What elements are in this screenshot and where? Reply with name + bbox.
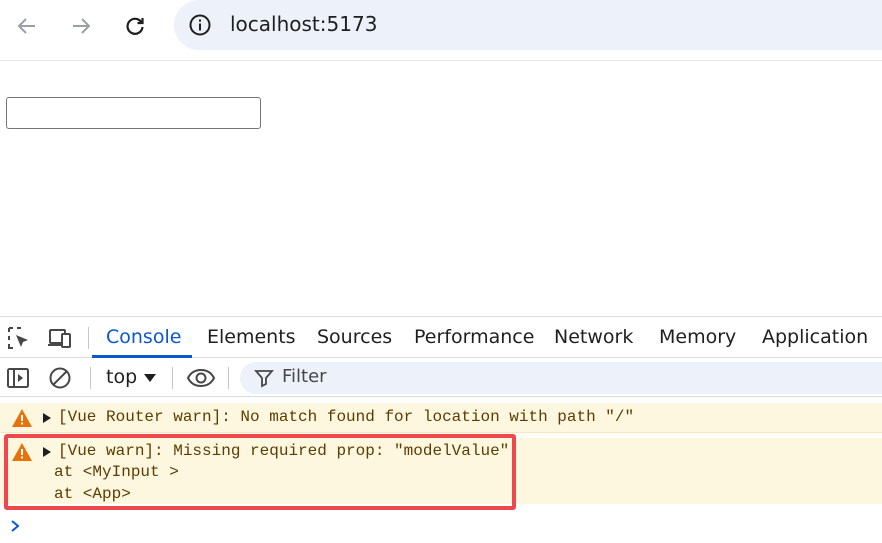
tab-console[interactable]: Console	[106, 317, 181, 358]
filter-icon	[254, 370, 274, 388]
filterbar-separator-2	[172, 367, 173, 389]
filter-input[interactable]: Filter	[240, 362, 882, 394]
forward-button[interactable]	[61, 6, 101, 46]
url-text[interactable]: localhost:5173	[230, 12, 377, 36]
devtools-panel: Console Elements Sources Performance Net…	[0, 316, 882, 543]
tab-network[interactable]: Network	[554, 317, 633, 358]
tab-performance[interactable]: Performance	[414, 317, 534, 358]
forward-arrow-icon	[73, 18, 91, 34]
tab-memory[interactable]: Memory	[659, 317, 736, 358]
device-toolbar-icon[interactable]	[47, 325, 73, 351]
highlight-box	[4, 434, 516, 510]
tab-application[interactable]: Application	[762, 317, 868, 358]
browser-toolbar: localhost:5173	[0, 0, 882, 52]
clear-console-icon[interactable]	[48, 366, 72, 390]
context-selector[interactable]: top	[106, 366, 137, 388]
inspect-element-icon[interactable]	[6, 325, 32, 351]
tab-elements[interactable]: Elements	[207, 317, 296, 358]
filterbar-separator-1	[90, 367, 91, 389]
expand-triangle-icon[interactable]	[43, 413, 51, 423]
filterbar-separator-3	[228, 367, 229, 389]
console-prompt-icon[interactable]	[10, 519, 22, 533]
filter-placeholder: Filter	[282, 366, 327, 387]
back-arrow-icon	[17, 18, 35, 34]
console-message-warning: [Vue Router warn]: No match found for lo…	[0, 403, 882, 433]
back-button[interactable]	[7, 6, 47, 46]
eye-icon[interactable]	[186, 366, 216, 390]
tabbar-separator	[88, 327, 89, 349]
console-filterbar: top Filter	[0, 359, 882, 397]
message-text: [Vue Router warn]: No match found for lo…	[58, 408, 635, 426]
active-tab-indicator	[92, 355, 192, 358]
my-input-field[interactable]	[6, 97, 261, 129]
tab-sources[interactable]: Sources	[317, 317, 392, 358]
toolbar-divider	[0, 60, 882, 61]
chevron-down-icon	[144, 374, 156, 382]
devtools-tabbar: Console Elements Sources Performance Net…	[0, 317, 882, 358]
address-bar[interactable]: localhost:5173	[174, 0, 882, 50]
reload-icon	[126, 17, 144, 35]
reload-button[interactable]	[115, 6, 155, 46]
sidebar-toggle-icon[interactable]	[6, 366, 30, 390]
warning-icon	[12, 409, 32, 427]
info-icon[interactable]	[188, 13, 212, 37]
